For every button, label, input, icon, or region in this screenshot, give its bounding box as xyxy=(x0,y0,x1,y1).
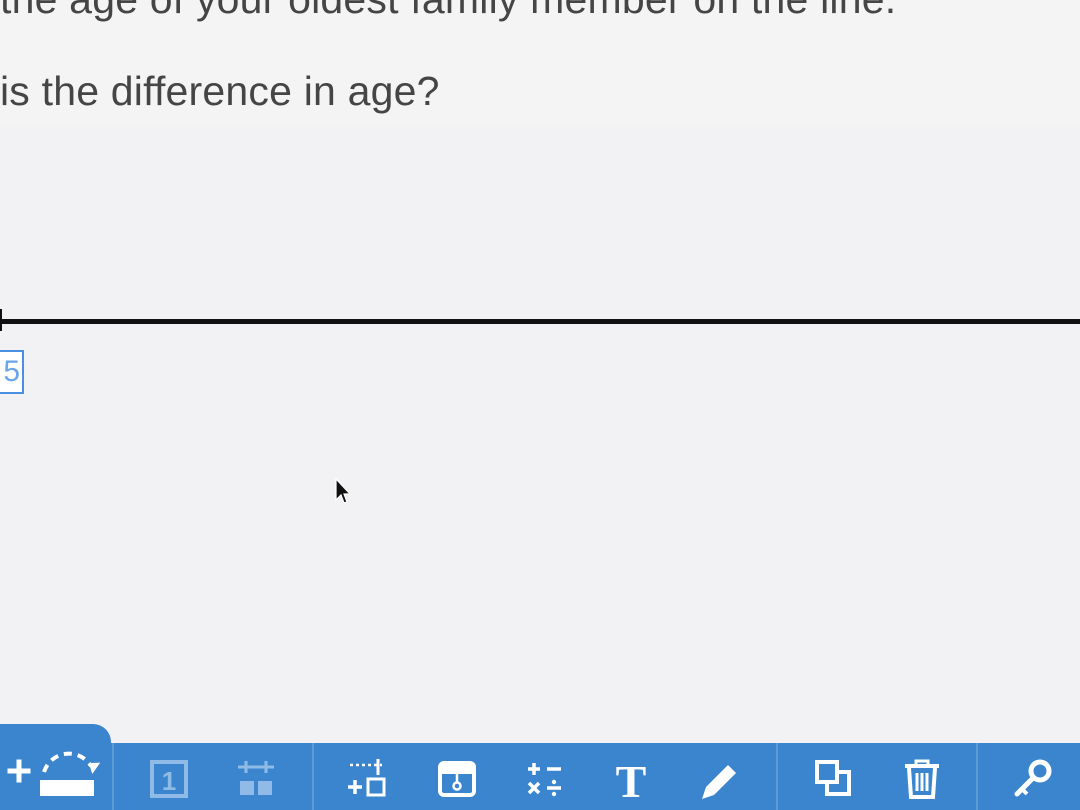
add-jump-button[interactable] xyxy=(4,738,100,800)
svg-text:T: T xyxy=(616,757,647,801)
prompt-line-1: the age of your oldest family member on … xyxy=(0,0,896,23)
add-points-button[interactable] xyxy=(342,753,394,805)
toolbar-divider xyxy=(312,743,314,810)
key-button[interactable] xyxy=(1008,753,1060,805)
pencil-button[interactable] xyxy=(694,753,746,805)
ruler-add-icon xyxy=(346,759,390,799)
operations-button[interactable] xyxy=(519,753,571,805)
duplicate-button[interactable] xyxy=(808,753,860,805)
toolbar-divider xyxy=(976,743,978,810)
mouse-cursor-icon xyxy=(335,478,351,506)
delete-button[interactable] xyxy=(896,753,948,805)
key-icon xyxy=(1012,757,1056,801)
tick-marks-icon xyxy=(234,759,278,799)
toolbar-divider xyxy=(112,743,114,810)
number-tile-button[interactable]: 1 xyxy=(143,753,195,805)
pencil-icon xyxy=(698,757,742,801)
text-button[interactable]: T xyxy=(605,753,657,805)
tick-marks-button[interactable] xyxy=(230,753,282,805)
number-line[interactable] xyxy=(0,319,1080,324)
svg-text:1: 1 xyxy=(162,766,176,796)
text-icon: T xyxy=(611,757,651,801)
prompt-area: the age of your oldest family member on … xyxy=(0,0,1080,125)
cover-button[interactable] xyxy=(431,753,483,805)
toolbar-divider xyxy=(776,743,778,810)
workspace-canvas[interactable]: 5 xyxy=(0,125,1080,743)
duplicate-icon xyxy=(814,759,854,799)
add-arc-icon xyxy=(4,738,100,800)
prompt-line-2: is the difference in age? xyxy=(0,68,440,114)
number-box-icon: 1 xyxy=(149,759,189,799)
cover-icon xyxy=(437,759,477,799)
number-label-box[interactable]: 5 xyxy=(0,350,24,394)
trash-icon xyxy=(902,758,942,800)
operations-icon xyxy=(525,759,565,799)
